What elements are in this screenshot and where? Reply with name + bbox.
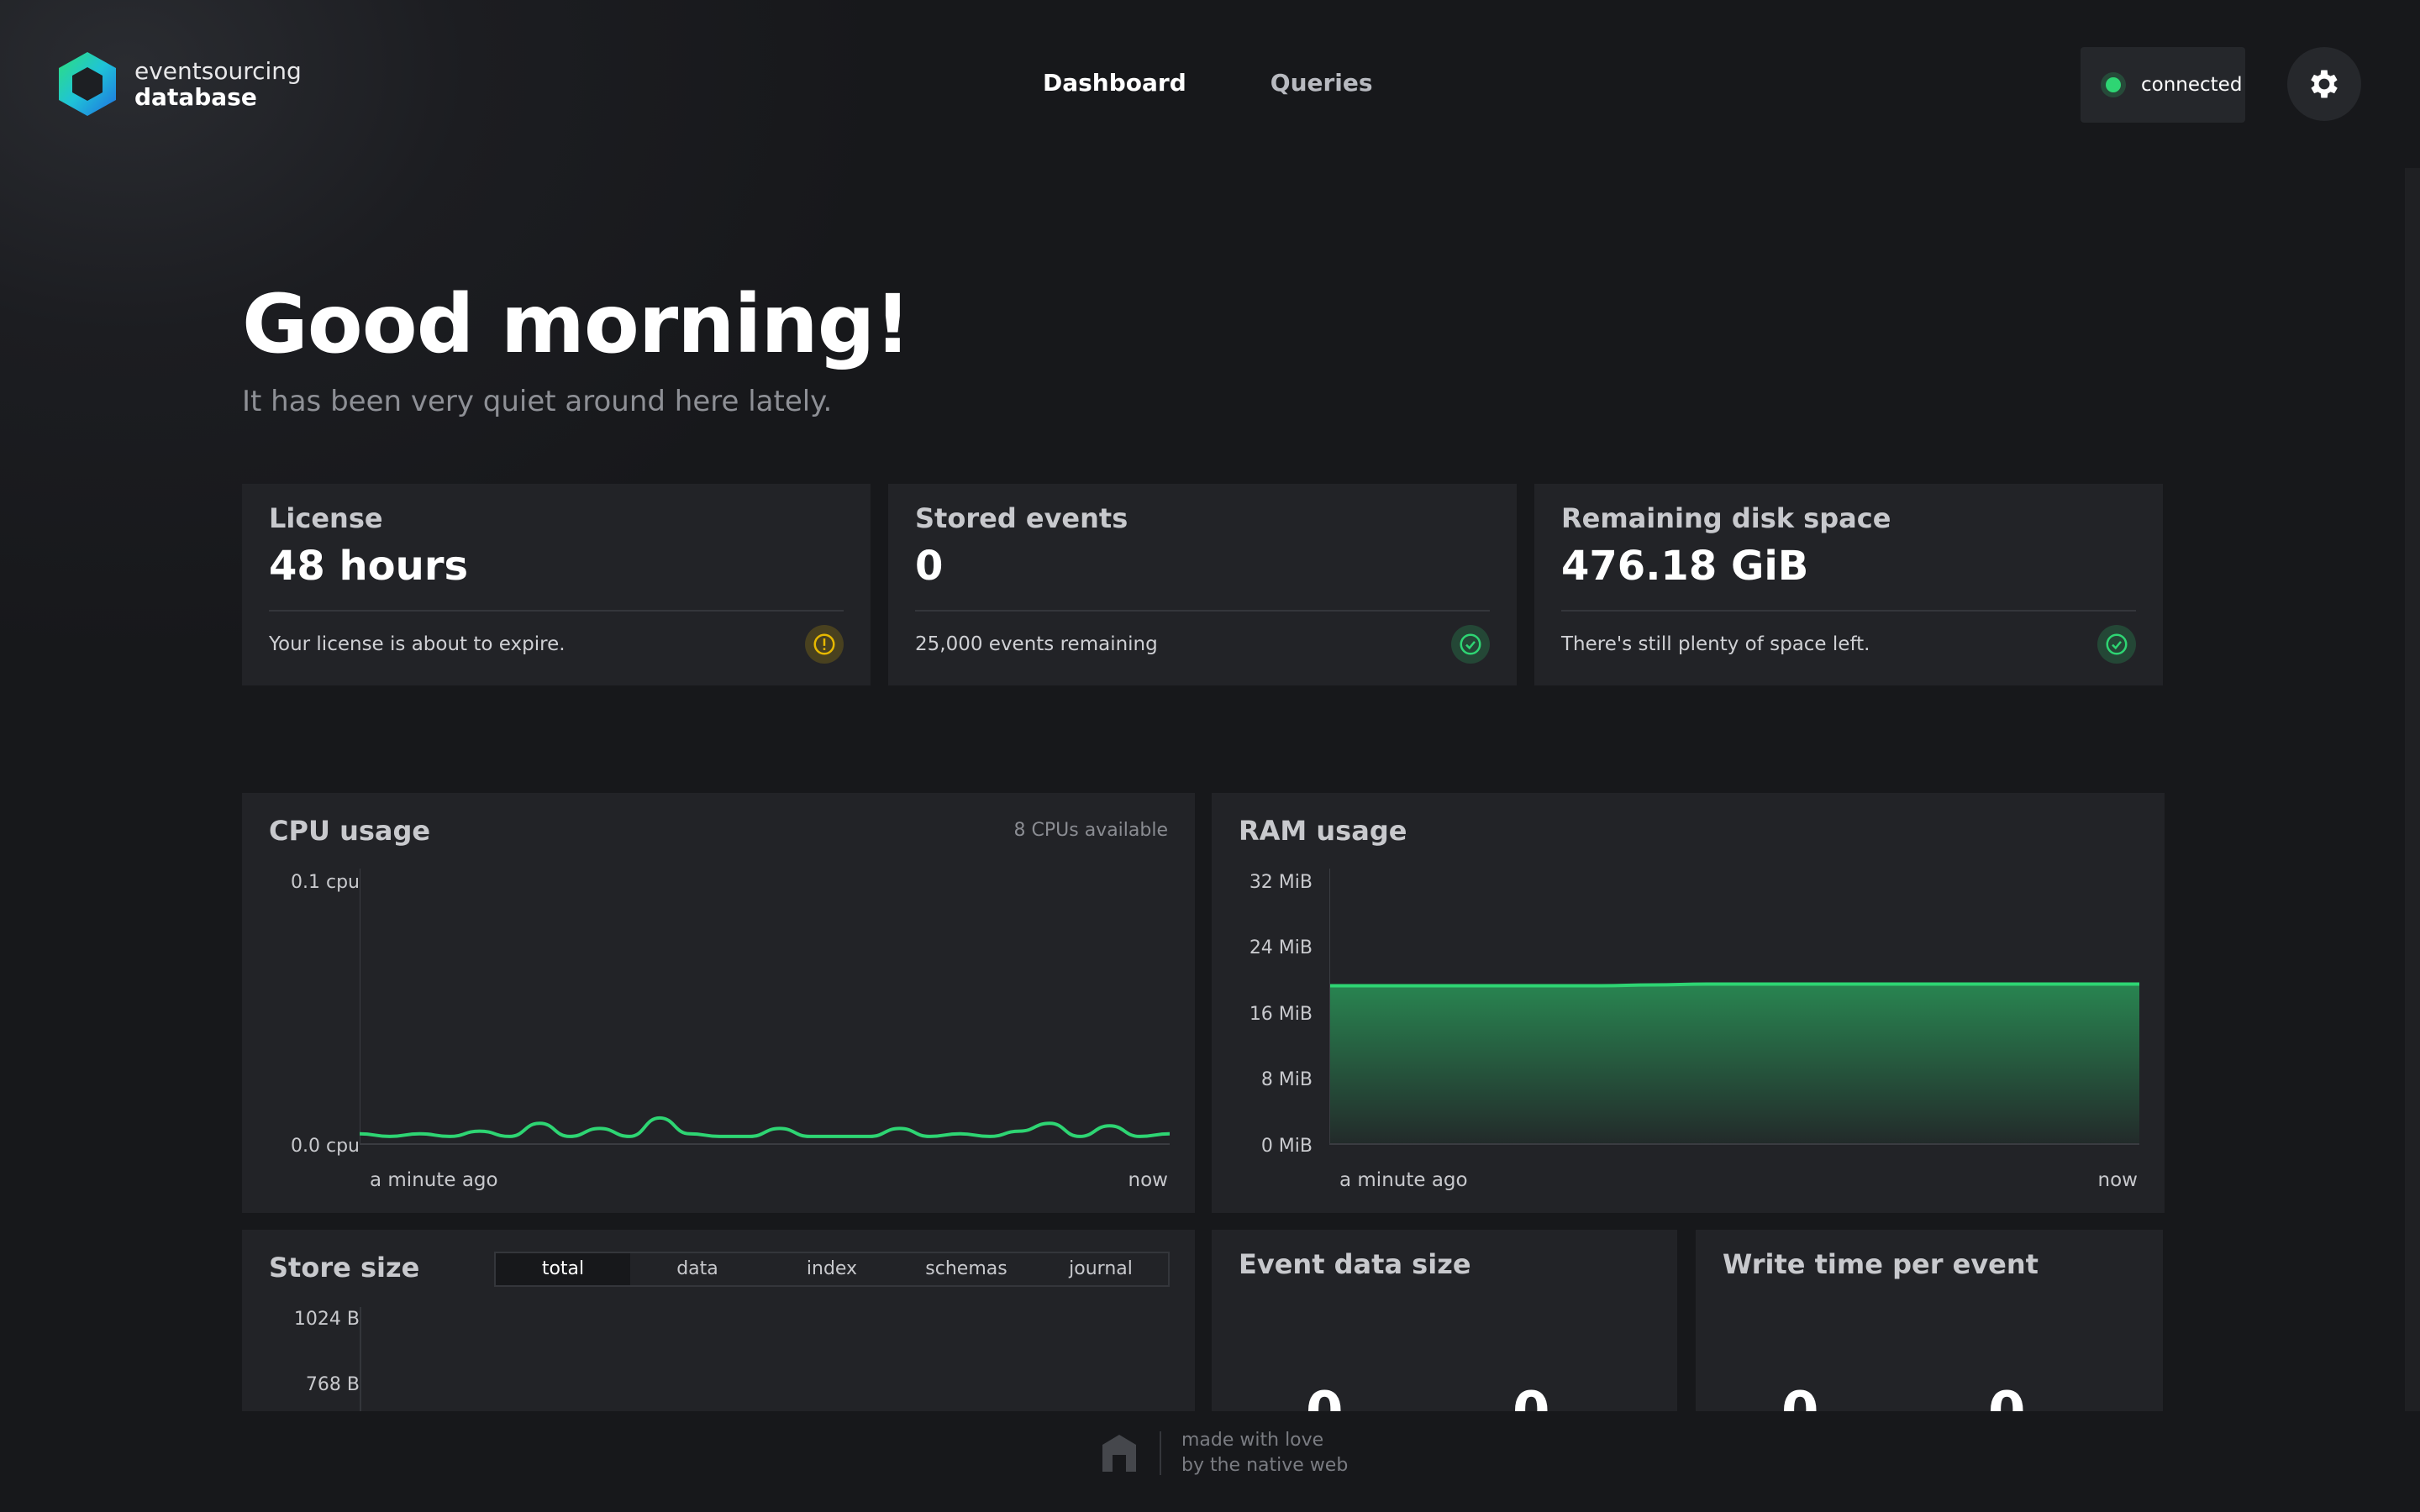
- stored-events-card: Stored events 0 25,000 events remaining: [888, 484, 1517, 685]
- metric-value: 0: [1988, 1381, 2026, 1411]
- card-title: Stored events: [915, 502, 1128, 534]
- panel-title: Event data size: [1239, 1248, 1471, 1280]
- panel-title: Write time per event: [1723, 1248, 2039, 1280]
- y-tick-label: 8 MiB: [1260, 1069, 1313, 1090]
- nav-queries[interactable]: Queries: [1270, 69, 1373, 97]
- event-data-size-panel: Event data size 0 0: [1212, 1230, 1677, 1411]
- settings-button[interactable]: [2287, 47, 2361, 121]
- logo-text-line1: eventsourcing: [134, 57, 302, 85]
- connection-status: connected: [2081, 47, 2245, 123]
- y-tick-label: 24 MiB: [1249, 937, 1313, 958]
- metric-value: 0: [1512, 1381, 1550, 1411]
- y-tick-label: 0 MiB: [1260, 1136, 1313, 1157]
- card-value: 476.18 GiB: [1561, 543, 1809, 590]
- card-description: Your license is about to expire.: [269, 633, 566, 655]
- y-tick-label: 0.1 cpu: [291, 872, 360, 893]
- status-label: connected: [2141, 74, 2243, 96]
- card-description: There's still plenty of space left.: [1561, 633, 1870, 655]
- scrollbar[interactable]: [2405, 168, 2420, 1411]
- ram-usage-panel: RAM usage 32 MiB 24 MiB 16 MiB 8 MiB 0 M…: [1212, 793, 2165, 1213]
- x-start-label: a minute ago: [1339, 1169, 1468, 1191]
- card-title: License: [269, 502, 383, 534]
- divider: [1561, 610, 2136, 612]
- panel-title: CPU usage: [269, 815, 431, 847]
- card-description: 25,000 events remaining: [915, 633, 1158, 655]
- native-web-logo-icon: [1102, 1435, 1136, 1472]
- logo-text-line2: database: [134, 83, 257, 111]
- ram-series-area: [1329, 984, 2139, 1144]
- tab-journal[interactable]: journal: [1034, 1253, 1168, 1285]
- page-subtitle: It has been very quiet around here latel…: [242, 385, 833, 418]
- cpu-usage-panel: CPU usage 8 CPUs available 0.1 cpu 0.0 c…: [242, 793, 1195, 1213]
- x-end-label: now: [2097, 1169, 2138, 1191]
- cpu-count-note: 8 CPUs available: [1013, 820, 1168, 841]
- card-value: 48 hours: [269, 543, 469, 590]
- nav-dashboard[interactable]: Dashboard: [1043, 69, 1186, 97]
- main-nav: Dashboard Queries: [1043, 69, 1457, 97]
- divider: [915, 610, 1490, 612]
- page-title: Good morning!: [242, 277, 911, 371]
- metric-value: 0: [1306, 1381, 1344, 1411]
- panel-title: Store size: [269, 1252, 420, 1284]
- y-axis-line: [360, 1307, 361, 1411]
- ram-series-line: [1329, 982, 2139, 988]
- tab-data[interactable]: data: [630, 1253, 765, 1285]
- y-tick-label: 768 B: [305, 1374, 360, 1395]
- check-icon: [2097, 625, 2136, 664]
- x-end-label: now: [1128, 1169, 1168, 1191]
- card-value: 0: [915, 543, 944, 590]
- tab-total[interactable]: total: [496, 1253, 630, 1285]
- cpu-chart: [360, 869, 1170, 1145]
- store-size-tabs: total data index schemas journal: [494, 1252, 1170, 1287]
- y-tick-label: 16 MiB: [1249, 1004, 1313, 1025]
- write-time-panel: Write time per event 0 0: [1696, 1230, 2163, 1411]
- store-size-panel: Store size total data index schemas jour…: [242, 1230, 1195, 1411]
- ram-chart: [1329, 869, 2139, 1145]
- card-title: Remaining disk space: [1561, 502, 1891, 534]
- gear-icon: [2311, 70, 2338, 98]
- panel-title: RAM usage: [1239, 815, 1407, 847]
- warning-icon: [805, 625, 844, 664]
- status-dot-icon: [2106, 77, 2121, 92]
- cpu-series-line: [360, 1116, 1170, 1138]
- y-tick-label: 1024 B: [293, 1309, 360, 1330]
- app-logo[interactable]: eventsourcing database: [57, 50, 302, 118]
- divider: [269, 610, 844, 612]
- tab-schemas[interactable]: schemas: [899, 1253, 1034, 1285]
- tab-index[interactable]: index: [765, 1253, 899, 1285]
- metric-value: 0: [1781, 1381, 1819, 1411]
- license-card: License 48 hours Your license is about t…: [242, 484, 871, 685]
- disk-space-card: Remaining disk space 476.18 GiB There's …: [1534, 484, 2163, 685]
- footer: made with love by the native web: [1101, 1428, 1348, 1478]
- y-tick-label: 32 MiB: [1249, 872, 1313, 893]
- check-icon: [1451, 625, 1490, 664]
- x-start-label: a minute ago: [370, 1169, 498, 1191]
- footer-line1: made with love: [1181, 1430, 1324, 1451]
- y-tick-label: 0.0 cpu: [291, 1136, 360, 1157]
- footer-line2: by the native web: [1181, 1455, 1349, 1476]
- divider: [1160, 1431, 1161, 1475]
- hexagon-logo-icon: [59, 52, 116, 116]
